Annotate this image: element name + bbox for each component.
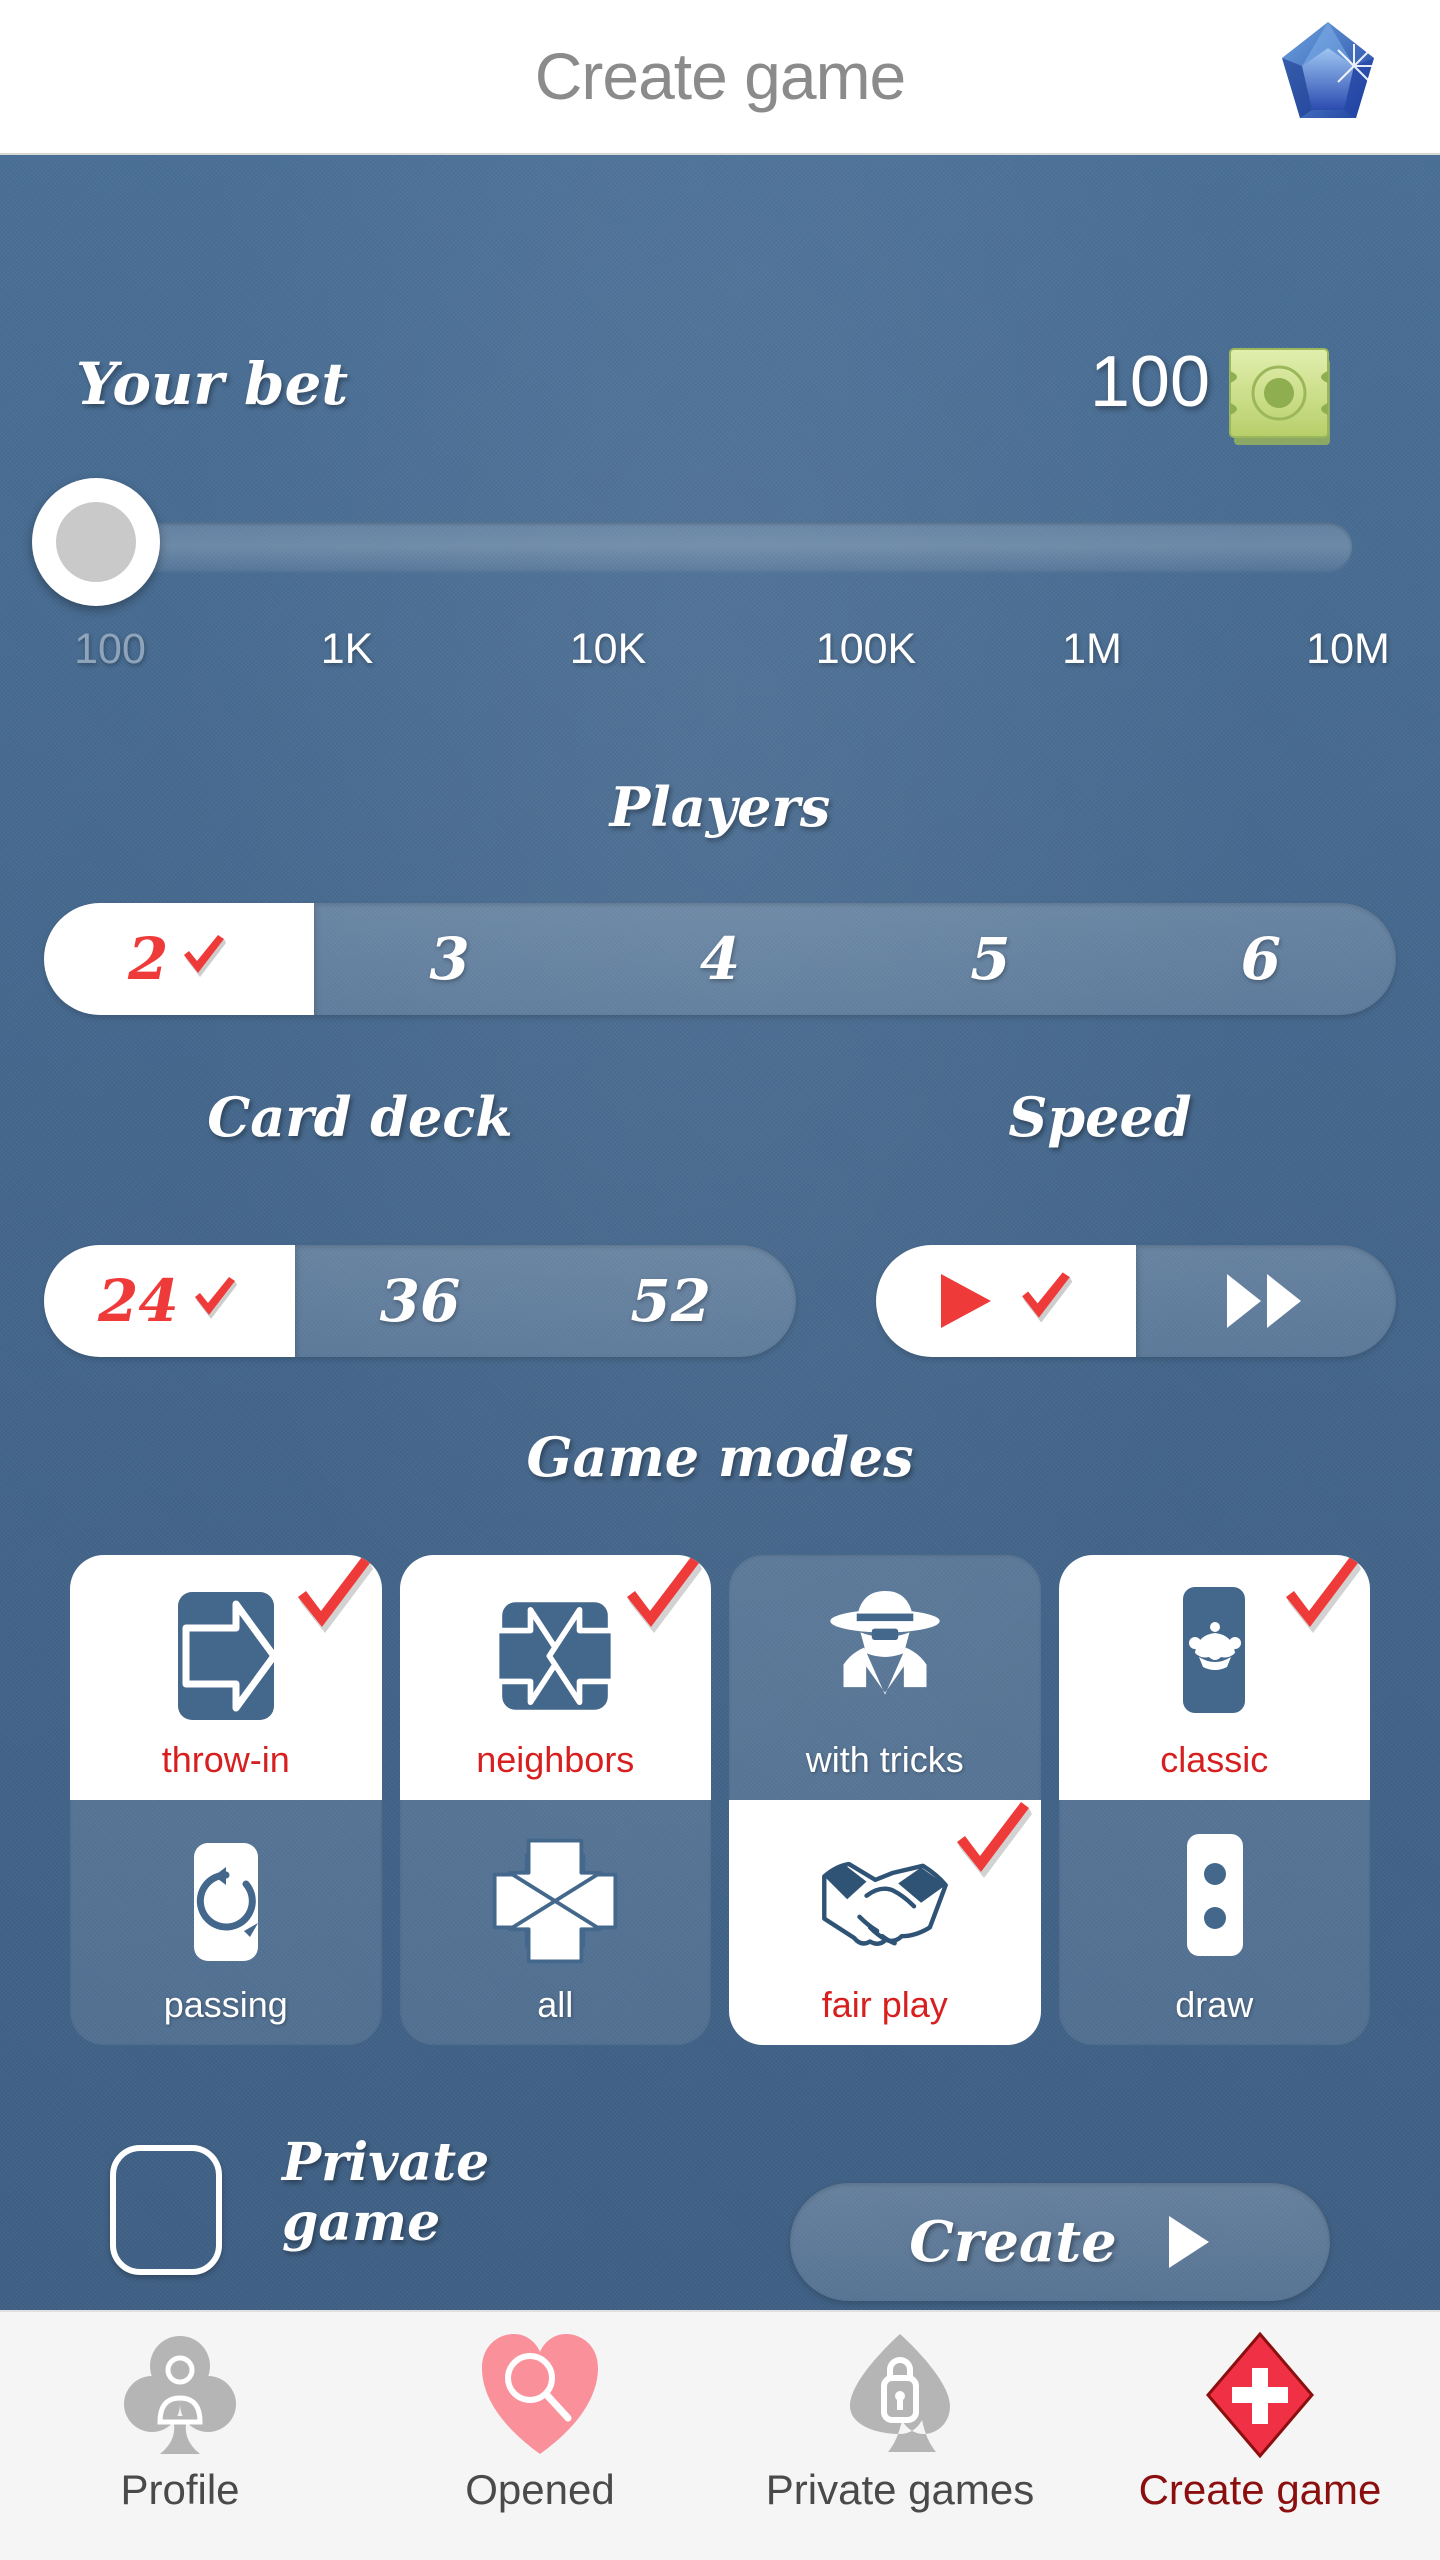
game-mode-neighbors-label: neighbors [476,1738,635,1780]
nav-item-create-game-label: Create game [1138,2466,1382,2513]
heart-search-icon [480,2330,600,2460]
card-deck-selector[interactable]: 24 36 52 [44,1245,796,1357]
players-option-3-label: 3 [429,925,470,993]
players-option-3[interactable]: 3 [314,903,584,1015]
players-title: Players [609,775,831,839]
main-panel: Your bet 100 100 1K 10K 100K 1M 10M Play… [0,155,1440,2310]
nav-item-opened-label: Opened [465,2466,615,2513]
check-icon [178,933,230,985]
game-mode-draw-label: draw [1175,1983,1254,2025]
game-modes-title: Game modes [526,1425,914,1489]
game-mode-fair-play[interactable]: fair play [729,1800,1041,2045]
slider-tick-100[interactable]: 100 [74,625,146,674]
players-option-5-label: 5 [970,925,1011,993]
game-mode-column-2: neighbors all [399,1555,712,2045]
card-deck-option-24[interactable]: 24 [44,1245,295,1357]
private-game-label-line2: game [282,2192,441,2253]
players-selector[interactable]: 2 3 4 5 6 [44,903,1396,1015]
slider-tick-1k[interactable]: 1K [321,625,374,674]
bet-slider-track[interactable] [36,522,1352,570]
check-icon [1276,1557,1366,1647]
check-icon [1015,1270,1077,1332]
nav-item-private-games[interactable]: Private games [720,2312,1080,2560]
players-option-4[interactable]: 4 [585,903,855,1015]
nav-item-profile-label: Profile [120,2466,240,2513]
play-arrow-icon [1165,2214,1211,2270]
card-deck-option-36-label: 36 [379,1267,461,1335]
game-mode-passing[interactable]: passing [70,1800,382,2045]
players-option-6[interactable]: 6 [1126,903,1396,1015]
private-game-checkbox[interactable] [110,2145,222,2275]
create-button[interactable]: Create [790,2183,1330,2301]
game-mode-all-label: all [537,1983,574,2025]
bet-slider-thumb[interactable] [32,478,160,606]
slider-tick-1m[interactable]: 1M [1062,625,1122,674]
game-mode-draw[interactable]: draw [1059,1800,1371,2045]
club-person-icon [120,2330,240,2460]
private-game-label-line1: Private [282,2132,490,2193]
joker-card-icon [1148,1581,1280,1731]
check-icon [288,1557,378,1647]
bet-label: Your bet [76,350,349,418]
game-mode-column-3: with tricks fair play [729,1555,1041,2045]
players-option-5[interactable]: 5 [855,903,1125,1015]
create-button-label: Create [909,2209,1117,2275]
speed-selector[interactable] [876,1245,1396,1357]
players-option-6-label: 6 [1240,925,1281,993]
players-option-2-label: 2 [128,925,169,993]
nav-item-private-games-label: Private games [765,2466,1035,2513]
game-modes-grid: throw-in passing neighbors all with tric… [70,1555,1370,2045]
spade-lock-icon [840,2330,960,2460]
check-icon [947,1802,1037,1892]
speed-option-normal[interactable] [876,1245,1136,1357]
speed-option-fast[interactable] [1136,1245,1396,1357]
slider-tick-10k[interactable]: 10K [570,625,647,674]
card-deck-option-36[interactable]: 36 [295,1245,546,1357]
normal-speed-icon [935,1270,1005,1332]
arrow-right-throw-in-icon [160,1581,292,1731]
blue-gem-icon [1278,18,1378,128]
game-mode-column-4: classic draw [1058,1555,1371,2045]
game-mode-classic[interactable]: classic [1058,1555,1370,1800]
game-mode-classic-label: classic [1160,1738,1269,1780]
players-option-4-label: 4 [699,925,741,993]
bet-slider-ticks: 100 1K 10K 100K 1M 10M [0,625,1440,685]
game-mode-with-tricks[interactable]: with tricks [729,1555,1041,1800]
cowboy-cheater-icon [819,1581,951,1731]
cash-banknote-icon [1228,341,1340,449]
bet-value: 100 [1089,342,1210,422]
card-deck-option-52-label: 52 [630,1267,712,1335]
four-arrows-inward-icon [489,1826,621,1976]
diamond-plus-icon [1200,2330,1320,2460]
fast-forward-icon [1221,1270,1311,1332]
game-mode-neighbors[interactable]: neighbors [399,1555,711,1800]
nav-item-profile[interactable]: Profile [0,2312,360,2560]
slider-tick-100k[interactable]: 100K [816,625,916,674]
game-mode-throw-in-label: throw-in [161,1738,290,1780]
app-header: Create game [0,0,1440,155]
two-dots-card-icon [1148,1826,1280,1976]
game-mode-with-tricks-label: with tricks [805,1738,964,1780]
page-title: Create game [534,39,907,113]
nav-item-create-game[interactable]: Create game [1080,2312,1440,2560]
nav-item-opened[interactable]: Opened [360,2312,720,2560]
private-game-label: Private game [282,2133,512,2253]
card-deck-title: Card deck [207,1085,513,1149]
two-arrows-inward-icon [489,1581,621,1731]
card-deck-option-24-label: 24 [97,1267,179,1335]
players-option-2[interactable]: 2 [44,903,315,1015]
slider-tick-10m[interactable]: 10M [1306,625,1390,674]
handshake-icon [819,1826,951,1976]
bottom-navigation: Profile Opened Private games Create game [0,2310,1440,2560]
check-icon [189,1275,241,1327]
game-mode-fair-play-label: fair play [821,1983,948,2025]
game-mode-passing-label: passing [163,1983,288,2025]
speed-title: Speed [1008,1085,1192,1149]
circular-arrow-passing-icon [160,1826,292,1976]
check-icon [617,1557,707,1647]
game-mode-throw-in[interactable]: throw-in [70,1555,382,1800]
game-mode-column-1: throw-in passing [70,1555,382,2045]
game-mode-all[interactable]: all [400,1800,712,2045]
card-deck-option-52[interactable]: 52 [545,1245,796,1357]
